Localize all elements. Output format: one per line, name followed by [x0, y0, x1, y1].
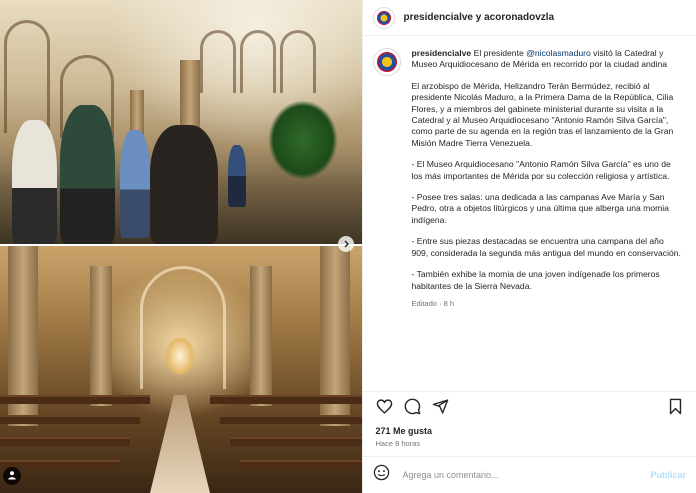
post-media[interactable] [0, 0, 363, 493]
post-header: presidencialve y acoronadovzla [363, 0, 696, 36]
collaborator-link[interactable]: acoronadovzla [484, 12, 554, 23]
emoji-icon[interactable] [373, 464, 390, 486]
heart-icon [376, 398, 393, 420]
bookmark-icon [668, 398, 683, 420]
comment-button[interactable] [401, 398, 423, 420]
share-button[interactable] [429, 398, 451, 420]
pew [0, 395, 150, 404]
pew [0, 460, 120, 469]
chevron-right-icon [342, 235, 350, 253]
like-button[interactable] [373, 398, 395, 420]
pew [210, 395, 363, 404]
coat-of-arms-icon [377, 10, 392, 25]
comment-icon [404, 398, 421, 420]
like-count[interactable]: 271 Me gusta [363, 426, 696, 436]
caption-paragraph: - Posee tres salas: una dedicada a las c… [411, 192, 669, 225]
person [60, 105, 115, 244]
caption-area: presidencialve El presidente @nicolasmad… [363, 36, 696, 391]
pew [0, 415, 140, 424]
caption-paragraph: - Entre sus piezas destacadas se encuent… [411, 236, 681, 258]
avatar[interactable] [373, 48, 402, 76]
post-details-panel: presidencialve y acoronadovzla presidenc… [362, 0, 696, 493]
cathedral-interior-photo [0, 0, 363, 244]
caption: presidencialve El presidente @nicolasmad… [411, 48, 681, 391]
caption-paragraph: - El Museo Arquidiocesano "Antonio Ramón… [411, 159, 671, 181]
arch [280, 30, 316, 93]
person [228, 145, 246, 207]
arch [200, 30, 236, 93]
pew [230, 437, 363, 446]
action-bar [363, 391, 696, 426]
plant [268, 100, 338, 180]
comment-input[interactable] [400, 469, 651, 481]
authors-connector: y [475, 12, 482, 23]
altar [165, 336, 195, 376]
arch [4, 20, 50, 133]
column [90, 266, 112, 406]
pew [220, 415, 363, 424]
column [250, 266, 272, 406]
pew [240, 460, 363, 469]
arch [240, 30, 276, 93]
avatar[interactable] [373, 6, 396, 29]
save-button[interactable] [664, 398, 686, 420]
account-link[interactable]: presidencialve [403, 12, 472, 23]
edited-timestamp: Editado · 8 h [411, 298, 455, 308]
publish-button[interactable]: Publicar [650, 470, 686, 480]
pew [0, 437, 130, 446]
instagram-post: presidencialve y acoronadovzla presidenc… [0, 0, 696, 493]
caption-paragraph: El arzobispo de Mérida, Helizandro Terán… [411, 80, 674, 148]
bishop [150, 125, 218, 244]
caption-intro: presidencialve El presidente @nicolasmad… [411, 48, 681, 71]
post-time[interactable]: Hace 8 horas [363, 436, 696, 456]
person [12, 120, 57, 244]
person [120, 130, 150, 238]
caption-username[interactable]: presidencialve [411, 48, 471, 58]
coat-of-arms-icon [377, 52, 398, 72]
caption-text: El presidente [473, 48, 524, 58]
mention-link[interactable]: @nicolasmaduro [526, 48, 591, 58]
share-icon [432, 398, 449, 420]
caption-paragraph: - También exhibe la momia de una joven i… [411, 269, 660, 291]
person-icon [7, 467, 17, 485]
tagged-users-button[interactable] [3, 467, 21, 485]
post-authors: presidencialve y acoronadovzla [403, 12, 554, 23]
comment-bar: Publicar [363, 456, 696, 493]
